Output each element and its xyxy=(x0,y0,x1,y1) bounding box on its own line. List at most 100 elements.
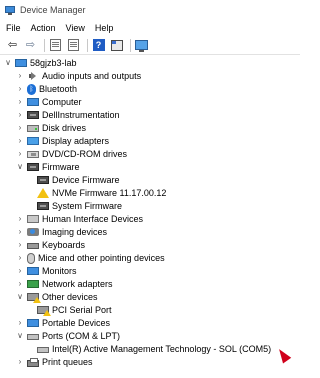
hid-icon xyxy=(27,215,39,223)
expand-chevron-icon[interactable]: › xyxy=(15,122,25,134)
tree-item-portable-devices[interactable]: › Portable Devices xyxy=(15,317,110,329)
tree-item-computer[interactable]: › Computer xyxy=(15,96,82,108)
expand-chevron-icon[interactable]: › xyxy=(15,278,25,290)
tree-item-other-devices[interactable]: ∨ Other devices xyxy=(15,291,98,303)
port-icon xyxy=(37,347,49,353)
tree-item-label: Imaging devices xyxy=(42,227,108,237)
tree-item-bluetooth[interactable]: › ᛒ Bluetooth xyxy=(15,83,77,95)
tree-item-label: DellInstrumentation xyxy=(42,110,120,120)
tree-child-system-firmware[interactable]: System Firmware xyxy=(35,200,122,212)
tree-item-label: NVMe Firmware 11.17.00.12 xyxy=(52,188,167,198)
show-hide-console-tree-icon[interactable] xyxy=(48,38,63,53)
menu-action[interactable]: Action xyxy=(31,23,56,33)
tree-item-label: Firmware xyxy=(42,162,80,172)
tree-item-label: Mice and other pointing devices xyxy=(38,253,165,263)
expand-chevron-icon[interactable]: › xyxy=(15,213,25,225)
tree-child-pci-serial-port[interactable]: PCI Serial Port xyxy=(35,304,112,316)
tree-root-label: 58gjzb3-lab xyxy=(30,58,77,68)
tree-item-label: Keyboards xyxy=(42,240,86,250)
properties-sheet-icon[interactable] xyxy=(66,38,81,53)
tree-item-label: Bluetooth xyxy=(39,84,78,94)
tree-item-display-adapters[interactable]: › Display adapters xyxy=(15,135,109,147)
tree-item-label: PCI Serial Port xyxy=(52,305,112,315)
tree-child-device-firmware[interactable]: Device Firmware xyxy=(35,174,120,186)
bluetooth-icon: ᛒ xyxy=(27,83,36,95)
tree-item-label: DVD/CD-ROM drives xyxy=(42,149,128,159)
tree-item-dvd-drives[interactable]: › DVD/CD-ROM drives xyxy=(15,148,127,160)
device-tree: ∨ 58gjzb3-lab › Audio inputs and outputs… xyxy=(0,57,300,378)
computer-icon xyxy=(15,58,27,67)
dvd-drive-icon xyxy=(27,150,39,158)
tree-item-label: Audio inputs and outputs xyxy=(42,71,142,81)
mouse-icon xyxy=(27,252,35,264)
collapse-chevron-icon[interactable]: ∨ xyxy=(15,161,25,173)
tree-item-mice[interactable]: › Mice and other pointing devices xyxy=(15,252,165,264)
expand-chevron-icon[interactable]: › xyxy=(15,317,25,329)
collapse-chevron-icon[interactable]: ∨ xyxy=(3,57,13,69)
monitor-icon xyxy=(27,319,39,327)
tree-item-label: Computer xyxy=(42,97,82,107)
tree-item-audio[interactable]: › Audio inputs and outputs xyxy=(15,70,141,82)
tree-item-dellinstrumentation[interactable]: › DellInstrumentation xyxy=(15,109,120,121)
tree-item-print-queues[interactable]: › Print queues xyxy=(15,356,93,368)
update-driver-icon[interactable] xyxy=(109,38,124,53)
expand-chevron-icon[interactable]: › xyxy=(15,265,25,277)
device-manager-icon xyxy=(5,5,16,16)
chip-icon xyxy=(37,176,49,184)
tree-item-label: System Firmware xyxy=(52,201,123,211)
toolbar-separator xyxy=(87,38,88,52)
tree-item-label: Human Interface Devices xyxy=(42,214,144,224)
toolbar-separator xyxy=(130,38,131,52)
tree-item-label: Device Firmware xyxy=(52,175,120,185)
disk-drive-icon xyxy=(27,124,39,132)
menu-file[interactable]: File xyxy=(6,23,21,33)
expand-chevron-icon[interactable]: › xyxy=(15,96,25,108)
tree-item-label: Portable Devices xyxy=(42,318,111,328)
other-device-icon xyxy=(27,293,41,303)
expand-chevron-icon[interactable]: › xyxy=(15,356,25,368)
collapse-chevron-icon[interactable]: ∨ xyxy=(15,330,25,342)
tree-item-firmware[interactable]: ∨ Firmware xyxy=(15,161,80,173)
monitor-icon xyxy=(27,267,39,275)
chip-icon xyxy=(27,163,39,171)
tree-child-nvme-firmware[interactable]: NVMe Firmware 11.17.00.12 xyxy=(35,187,166,199)
chip-icon xyxy=(37,202,49,210)
tree-child-intel-amt-sol[interactable]: Intel(R) Active Management Technology - … xyxy=(35,343,271,355)
computer-icon xyxy=(27,97,39,106)
tree-item-imaging[interactable]: › Imaging devices xyxy=(15,226,107,238)
expand-chevron-icon[interactable]: › xyxy=(15,70,25,82)
expand-chevron-icon[interactable]: › xyxy=(15,252,25,264)
tree-item-label: Ports (COM & LPT) xyxy=(42,331,121,341)
warning-icon xyxy=(37,188,49,198)
tree-root[interactable]: ∨ 58gjzb3-lab xyxy=(3,57,77,69)
forward-arrow-icon[interactable]: ⇨ xyxy=(23,38,38,53)
expand-chevron-icon[interactable]: › xyxy=(15,109,25,121)
tree-item-network[interactable]: › Network adapters xyxy=(15,278,113,290)
tree-item-label: Print queues xyxy=(42,357,93,367)
tree-item-keyboards[interactable]: › Keyboards xyxy=(15,239,85,251)
expand-chevron-icon[interactable]: › xyxy=(15,148,25,160)
menu-help[interactable]: Help xyxy=(95,23,114,33)
tree-item-ports[interactable]: ∨ Ports (COM & LPT) xyxy=(15,330,120,342)
scan-hardware-changes-icon[interactable] xyxy=(134,38,149,53)
port-icon xyxy=(27,334,39,340)
tree-item-disk-drives[interactable]: › Disk drives xyxy=(15,122,86,134)
tree-item-monitors[interactable]: › Monitors xyxy=(15,265,77,277)
expand-chevron-icon[interactable]: › xyxy=(15,239,25,251)
tree-item-hid[interactable]: › Human Interface Devices xyxy=(15,213,143,225)
toolbar: ⇦ ⇨ ? xyxy=(0,36,300,55)
display-adapter-icon xyxy=(27,137,39,145)
printer-icon xyxy=(27,357,39,367)
collapse-chevron-icon[interactable]: ∨ xyxy=(15,291,25,303)
menu-bar: File Action View Help xyxy=(0,20,300,36)
menu-view[interactable]: View xyxy=(66,23,85,33)
back-arrow-icon[interactable]: ⇦ xyxy=(5,38,20,53)
camera-icon xyxy=(27,228,39,236)
network-icon xyxy=(27,280,39,288)
expand-chevron-icon[interactable]: › xyxy=(15,135,25,147)
tree-item-label: Display adapters xyxy=(42,136,110,146)
window-title: Device Manager xyxy=(20,5,86,15)
expand-chevron-icon[interactable]: › xyxy=(15,226,25,238)
help-icon[interactable]: ? xyxy=(91,38,106,53)
expand-chevron-icon[interactable]: › xyxy=(15,83,25,95)
